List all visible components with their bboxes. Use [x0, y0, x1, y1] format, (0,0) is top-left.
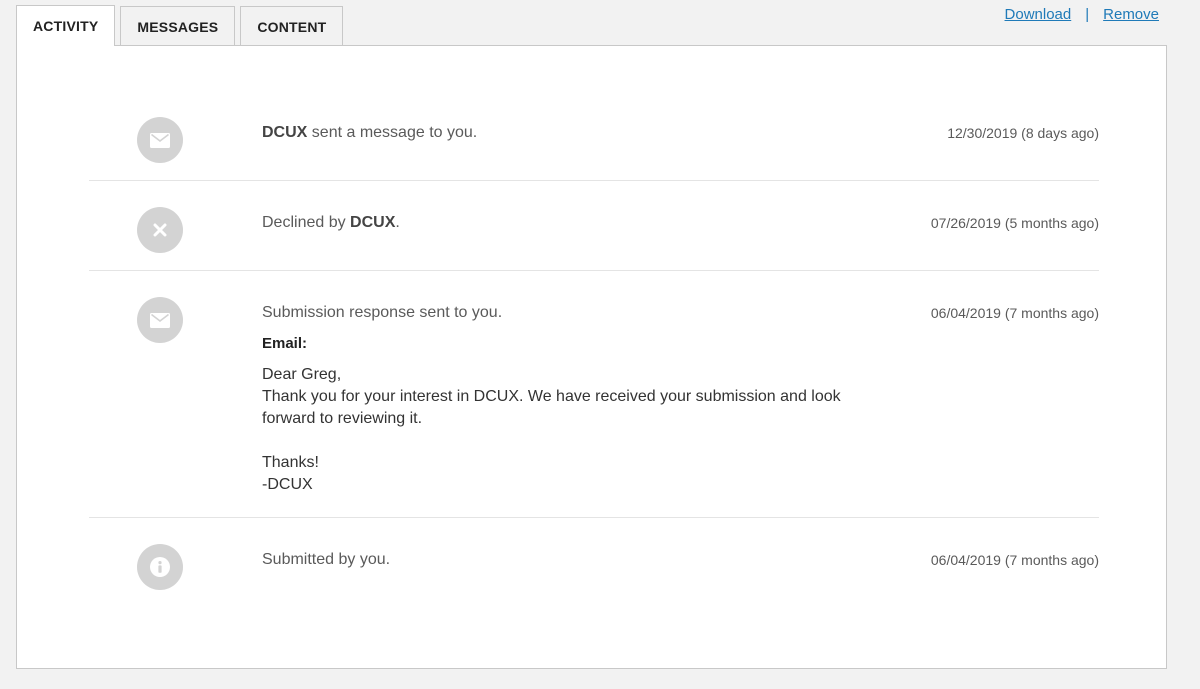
- envelope-icon: [137, 297, 183, 343]
- activity-entry: DCUX sent a message to you. 12/30/2019 (…: [89, 91, 1099, 181]
- envelope-icon: [137, 117, 183, 163]
- entry-title: DCUX sent a message to you.: [262, 124, 478, 141]
- email-body: Dear Greg, Thank you for your interest i…: [262, 364, 882, 496]
- header-actions: Download | Remove: [1005, 6, 1159, 23]
- entry-title: Submission response sent to you.: [262, 304, 503, 321]
- entry-date: 06/04/2019 (7 months ago): [930, 305, 1099, 321]
- entry-title: Declined by DCUX.: [262, 214, 400, 231]
- sender-name: DCUX: [262, 124, 308, 141]
- activity-feed: DCUX sent a message to you. 12/30/2019 (…: [89, 91, 1099, 607]
- close-icon: [137, 207, 183, 253]
- entry-title: Submitted by you.: [262, 551, 391, 568]
- activity-panel: DCUX sent a message to you. 12/30/2019 (…: [16, 45, 1167, 669]
- action-separator: |: [1085, 6, 1090, 23]
- email-label: Email:: [262, 335, 308, 352]
- email-signature: -DCUX: [262, 476, 313, 493]
- entry-date: 06/04/2019 (7 months ago): [930, 552, 1099, 568]
- remove-link[interactable]: Remove: [1103, 6, 1159, 23]
- download-link[interactable]: Download: [1005, 6, 1072, 23]
- tab-content[interactable]: CONTENT: [240, 6, 344, 46]
- activity-entry: Submission response sent to you. Email: …: [89, 271, 1099, 518]
- tab-bar: ACTIVITY MESSAGES CONTENT: [16, 5, 348, 46]
- entry-date: 12/30/2019 (8 days ago): [947, 125, 1099, 141]
- activity-entry: Declined by DCUX. 07/26/2019 (5 months a…: [89, 181, 1099, 271]
- email-closing: Thanks!: [262, 454, 319, 471]
- sender-name: DCUX: [350, 214, 396, 231]
- entry-date: 07/26/2019 (5 months ago): [930, 215, 1099, 231]
- info-icon: [137, 544, 183, 590]
- activity-entry: Submitted by you. 06/04/2019 (7 months a…: [89, 518, 1099, 607]
- email-text: Thank you for your interest in DCUX. We …: [262, 388, 841, 427]
- tab-activity[interactable]: ACTIVITY: [16, 5, 116, 46]
- email-greeting: Dear Greg,: [262, 366, 342, 383]
- tab-messages[interactable]: MESSAGES: [120, 6, 236, 46]
